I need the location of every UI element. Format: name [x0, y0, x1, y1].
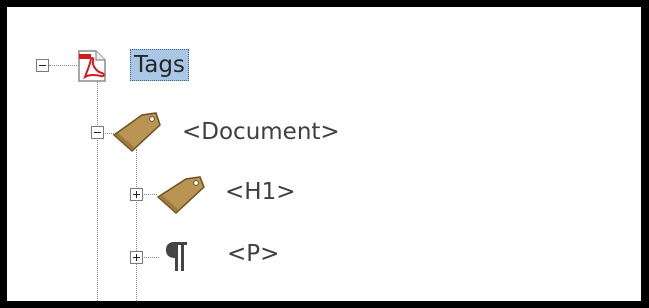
tree-node-label[interactable]: Tags: [130, 49, 189, 81]
tag-icon: [156, 176, 205, 215]
collapse-toggle[interactable]: [36, 59, 49, 72]
tree-node-label[interactable]: <P>: [227, 239, 279, 269]
tree-connector: [136, 149, 137, 301]
collapse-toggle[interactable]: [91, 126, 104, 139]
expand-toggle[interactable]: [130, 188, 143, 201]
expand-toggle[interactable]: [130, 251, 143, 264]
tree-node-label[interactable]: <Document>: [182, 117, 340, 147]
pdf-document-icon: [78, 50, 106, 82]
paragraph-icon: [166, 242, 187, 271]
tags-tree-panel: Tags <Document> <H1> <P>: [7, 7, 641, 301]
tree-connector: [97, 81, 98, 301]
tag-icon: [112, 112, 161, 153]
tree-node-label[interactable]: <H1>: [225, 177, 295, 207]
tree-connector: [49, 65, 77, 66]
